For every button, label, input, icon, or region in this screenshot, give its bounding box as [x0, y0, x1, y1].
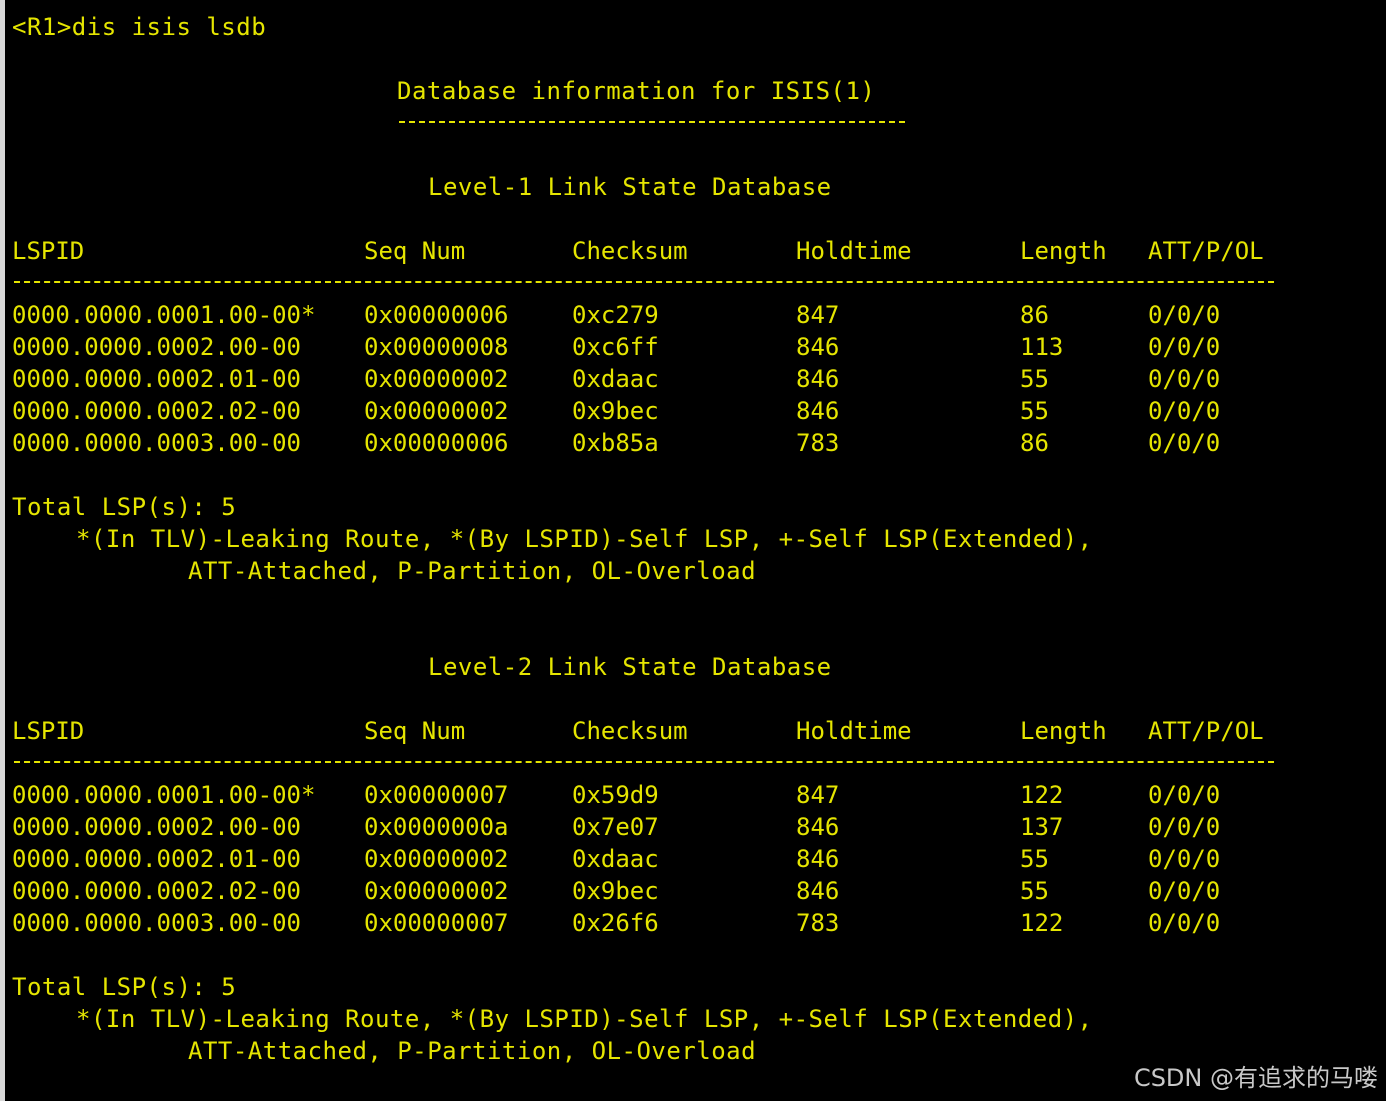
length-cell: 113 — [1020, 333, 1064, 361]
seq-num-cell: 0x0000000a — [364, 813, 509, 841]
holdtime-cell: 846 — [796, 333, 840, 361]
database-title: Database information for ISIS(1) — [397, 77, 876, 105]
seq-num-cell: 0x00000006 — [364, 301, 509, 329]
header-holdtime: Holdtime — [796, 717, 912, 745]
command-line: <R1>dis isis lsdb — [12, 13, 267, 41]
level2-total: Total LSP(s): 5 — [12, 973, 237, 1001]
seq-num-cell: 0x00000008 — [364, 333, 509, 361]
header-checksum: Checksum — [572, 717, 688, 745]
att-p-ol-cell: 0/0/0 — [1148, 397, 1221, 425]
seq-num-cell: 0x00000002 — [364, 845, 509, 873]
header-length: Length — [1020, 717, 1107, 745]
lspid-cell: 0000.0000.0002.01-00 — [12, 365, 301, 393]
lspid-cell: 0000.0000.0002.00-00 — [12, 333, 301, 361]
level1-legend-line2: ATT-Attached, P-Partition, OL-Overload — [188, 557, 757, 585]
holdtime-cell: 846 — [796, 365, 840, 393]
holdtime-cell: 783 — [796, 909, 840, 937]
header-length: Length — [1020, 237, 1107, 265]
holdtime-cell: 847 — [796, 781, 840, 809]
holdtime-cell: 783 — [796, 429, 840, 457]
header-seq-num: Seq Num — [364, 237, 466, 265]
level1-title: Level-1 Link State Database — [428, 173, 832, 201]
lspid-cell: 0000.0000.0002.00-00 — [12, 813, 301, 841]
length-cell: 55 — [1020, 877, 1049, 905]
att-p-ol-cell: 0/0/0 — [1148, 909, 1221, 937]
length-cell: 86 — [1020, 301, 1049, 329]
header-lspid: LSPID — [12, 717, 85, 745]
header-att-p-ol: ATT/P/OL — [1148, 717, 1264, 745]
checksum-cell: 0xc6ff — [572, 333, 659, 361]
att-p-ol-cell: 0/0/0 — [1148, 877, 1221, 905]
checksum-cell: 0xdaac — [572, 845, 659, 873]
att-p-ol-cell: 0/0/0 — [1148, 813, 1221, 841]
att-p-ol-cell: 0/0/0 — [1148, 781, 1221, 809]
checksum-cell: 0x59d9 — [572, 781, 659, 809]
lspid-cell: 0000.0000.0002.02-00 — [12, 397, 301, 425]
holdtime-cell: 846 — [796, 877, 840, 905]
level2-legend-line2: ATT-Attached, P-Partition, OL-Overload — [188, 1037, 757, 1065]
seq-num-cell: 0x00000002 — [364, 365, 509, 393]
checksum-cell: 0x9bec — [572, 397, 659, 425]
lspid-cell: 0000.0000.0002.01-00 — [12, 845, 301, 873]
lspid-cell: 0000.0000.0001.00-00* — [12, 301, 316, 329]
att-p-ol-cell: 0/0/0 — [1148, 845, 1221, 873]
checksum-cell: 0x26f6 — [572, 909, 659, 937]
csdn-watermark: CSDN @有追求的马喽 — [1133, 1064, 1378, 1092]
holdtime-cell: 846 — [796, 845, 840, 873]
header-holdtime: Holdtime — [796, 237, 912, 265]
length-cell: 137 — [1020, 813, 1064, 841]
checksum-cell: 0xb85a — [572, 429, 659, 457]
att-p-ol-cell: 0/0/0 — [1148, 301, 1221, 329]
checksum-cell: 0x9bec — [572, 877, 659, 905]
seq-num-cell: 0x00000006 — [364, 429, 509, 457]
holdtime-cell: 847 — [796, 301, 840, 329]
length-cell: 55 — [1020, 365, 1049, 393]
checksum-cell: 0x7e07 — [572, 813, 659, 841]
seq-num-cell: 0x00000002 — [364, 397, 509, 425]
window-left-border — [0, 0, 5, 1101]
header-checksum: Checksum — [572, 237, 688, 265]
length-cell: 55 — [1020, 845, 1049, 873]
header-seq-num: Seq Num — [364, 717, 466, 745]
length-cell: 122 — [1020, 909, 1064, 937]
checksum-cell: 0xdaac — [572, 365, 659, 393]
att-p-ol-cell: 0/0/0 — [1148, 333, 1221, 361]
checksum-cell: 0xc279 — [572, 301, 659, 329]
holdtime-cell: 846 — [796, 813, 840, 841]
holdtime-cell: 846 — [796, 397, 840, 425]
length-cell: 86 — [1020, 429, 1049, 457]
title-underline — [399, 121, 905, 123]
length-cell: 55 — [1020, 397, 1049, 425]
level1-header-rule — [14, 281, 1274, 283]
length-cell: 122 — [1020, 781, 1064, 809]
terminal-output[interactable]: <R1>dis isis lsdb Database information f… — [12, 12, 1372, 1092]
level1-legend-line1: *(In TLV)-Leaking Route, *(By LSPID)-Sel… — [76, 525, 1093, 553]
level2-legend-line1: *(In TLV)-Leaking Route, *(By LSPID)-Sel… — [76, 1005, 1093, 1033]
seq-num-cell: 0x00000002 — [364, 877, 509, 905]
seq-num-cell: 0x00000007 — [364, 909, 509, 937]
header-lspid: LSPID — [12, 237, 85, 265]
att-p-ol-cell: 0/0/0 — [1148, 429, 1221, 457]
lspid-cell: 0000.0000.0002.02-00 — [12, 877, 301, 905]
header-att-p-ol: ATT/P/OL — [1148, 237, 1264, 265]
level1-total: Total LSP(s): 5 — [12, 493, 237, 521]
lspid-cell: 0000.0000.0003.00-00 — [12, 429, 301, 457]
level2-title: Level-2 Link State Database — [428, 653, 832, 681]
seq-num-cell: 0x00000007 — [364, 781, 509, 809]
att-p-ol-cell: 0/0/0 — [1148, 365, 1221, 393]
lspid-cell: 0000.0000.0003.00-00 — [12, 909, 301, 937]
lspid-cell: 0000.0000.0001.00-00* — [12, 781, 316, 809]
level2-header-rule — [14, 761, 1274, 763]
